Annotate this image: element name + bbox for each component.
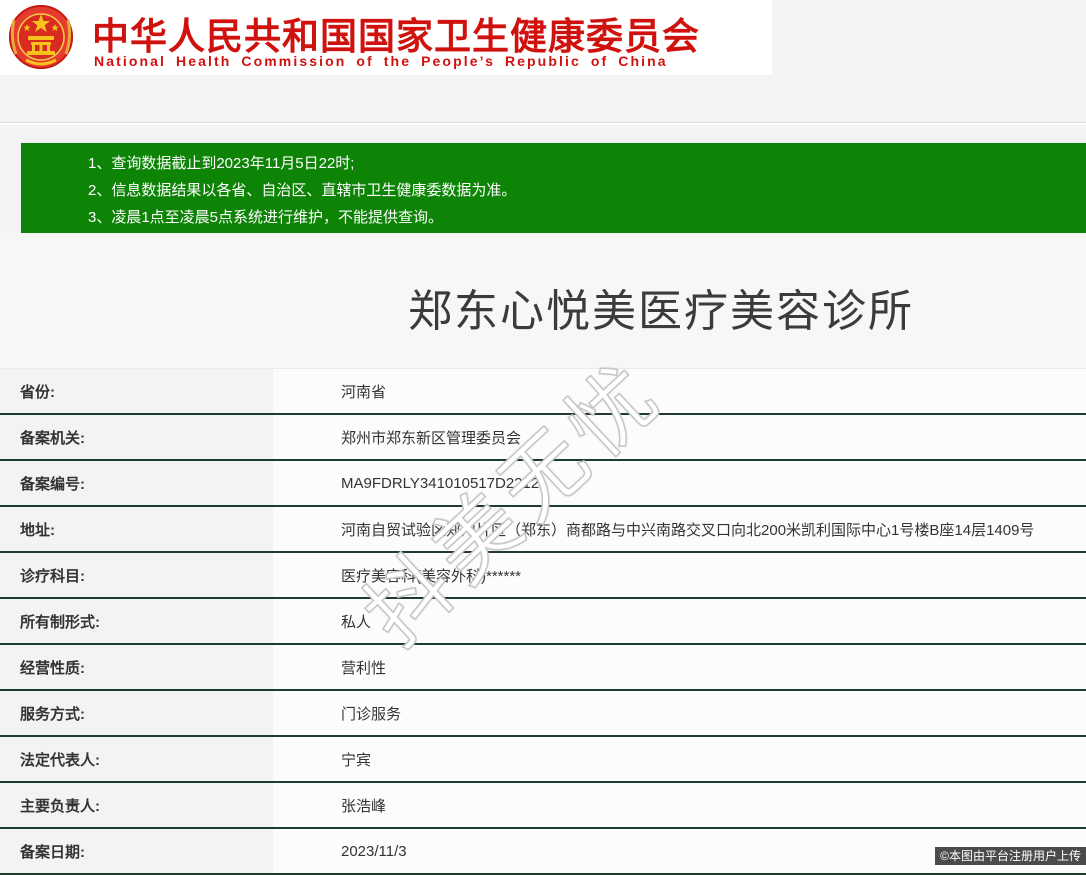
table-row-service-mode: 服务方式: 门诊服务	[0, 691, 1086, 737]
image-source-badge: ©本图由平台注册用户上传	[935, 847, 1086, 865]
field-value: 张浩峰	[273, 783, 1086, 827]
field-label: 地址:	[0, 507, 273, 551]
table-row-filing-authority: 备案机关: 郑州市郑东新区管理委员会	[0, 415, 1086, 461]
prc-national-emblem-icon	[8, 0, 74, 79]
table-row-legal-representative: 法定代表人: 宁宾	[0, 737, 1086, 783]
field-value: 宁宾	[273, 737, 1086, 781]
site-title-en: National Health Commission of the People…	[94, 53, 668, 69]
header-divider	[0, 122, 1086, 125]
site-header: 中华人民共和国国家卫生健康委员会 National Health Commiss…	[0, 0, 772, 75]
notice-line-1: 1、查询数据截止到2023年11月5日22时;	[88, 150, 1086, 177]
page: 中华人民共和国国家卫生健康委员会 National Health Commiss…	[0, 0, 1086, 865]
table-row-main-person-in-charge: 主要负责人: 张浩峰	[0, 783, 1086, 829]
field-label: 备案机关:	[0, 415, 273, 459]
record-table: 省份: 河南省 备案机关: 郑州市郑东新区管理委员会 备案编号: MA9FDRL…	[0, 368, 1086, 875]
record-content: 郑东心悦美医疗美容诊所 省份: 河南省 备案机关: 郑州市郑东新区管理委员会 备…	[0, 233, 1086, 865]
field-label: 省份:	[0, 369, 273, 413]
field-value: 医疗美容科(美容外科)******	[273, 553, 1086, 597]
field-label: 经营性质:	[0, 645, 273, 689]
field-label: 备案编号:	[0, 461, 273, 505]
field-value: 门诊服务	[273, 691, 1086, 735]
site-title-cn: 中华人民共和国国家卫生健康委员会	[92, 6, 700, 60]
field-value: 郑州市郑东新区管理委员会	[273, 415, 1086, 459]
table-row-filing-date: 备案日期: 2023/11/3	[0, 829, 1086, 875]
table-row-filing-number: 备案编号: MA9FDRLY341010517D2212	[0, 461, 1086, 507]
notice-box: 1、查询数据截止到2023年11月5日22时; 2、信息数据结果以各省、自治区、…	[21, 143, 1086, 233]
field-label: 备案日期:	[0, 829, 273, 873]
field-label: 所有制形式:	[0, 599, 273, 643]
field-label: 主要负责人:	[0, 783, 273, 827]
field-label: 诊疗科目:	[0, 553, 273, 597]
institution-name-title: 郑东心悦美医疗美容诊所	[0, 233, 1086, 368]
field-value: 营利性	[273, 645, 1086, 689]
notice-line-2: 2、信息数据结果以各省、自治区、直辖市卫生健康委数据为准。	[88, 177, 1086, 204]
table-row-treatment-subjects: 诊疗科目: 医疗美容科(美容外科)******	[0, 553, 1086, 599]
notice-line-3: 3、凌晨1点至凌晨5点系统进行维护，不能提供查询。	[88, 204, 1086, 231]
table-row-province: 省份: 河南省	[0, 369, 1086, 415]
field-label: 服务方式:	[0, 691, 273, 735]
field-value: 河南省	[273, 369, 1086, 413]
field-value: 河南自贸试验区郑州片区（郑东）商都路与中兴南路交叉口向北200米凯利国际中心1号…	[273, 507, 1086, 551]
table-row-ownership-form: 所有制形式: 私人	[0, 599, 1086, 645]
field-value: 私人	[273, 599, 1086, 643]
table-row-operating-nature: 经营性质: 营利性	[0, 645, 1086, 691]
field-value: MA9FDRLY341010517D2212	[273, 461, 1086, 505]
field-label: 法定代表人:	[0, 737, 273, 781]
table-row-address: 地址: 河南自贸试验区郑州片区（郑东）商都路与中兴南路交叉口向北200米凯利国际…	[0, 507, 1086, 553]
